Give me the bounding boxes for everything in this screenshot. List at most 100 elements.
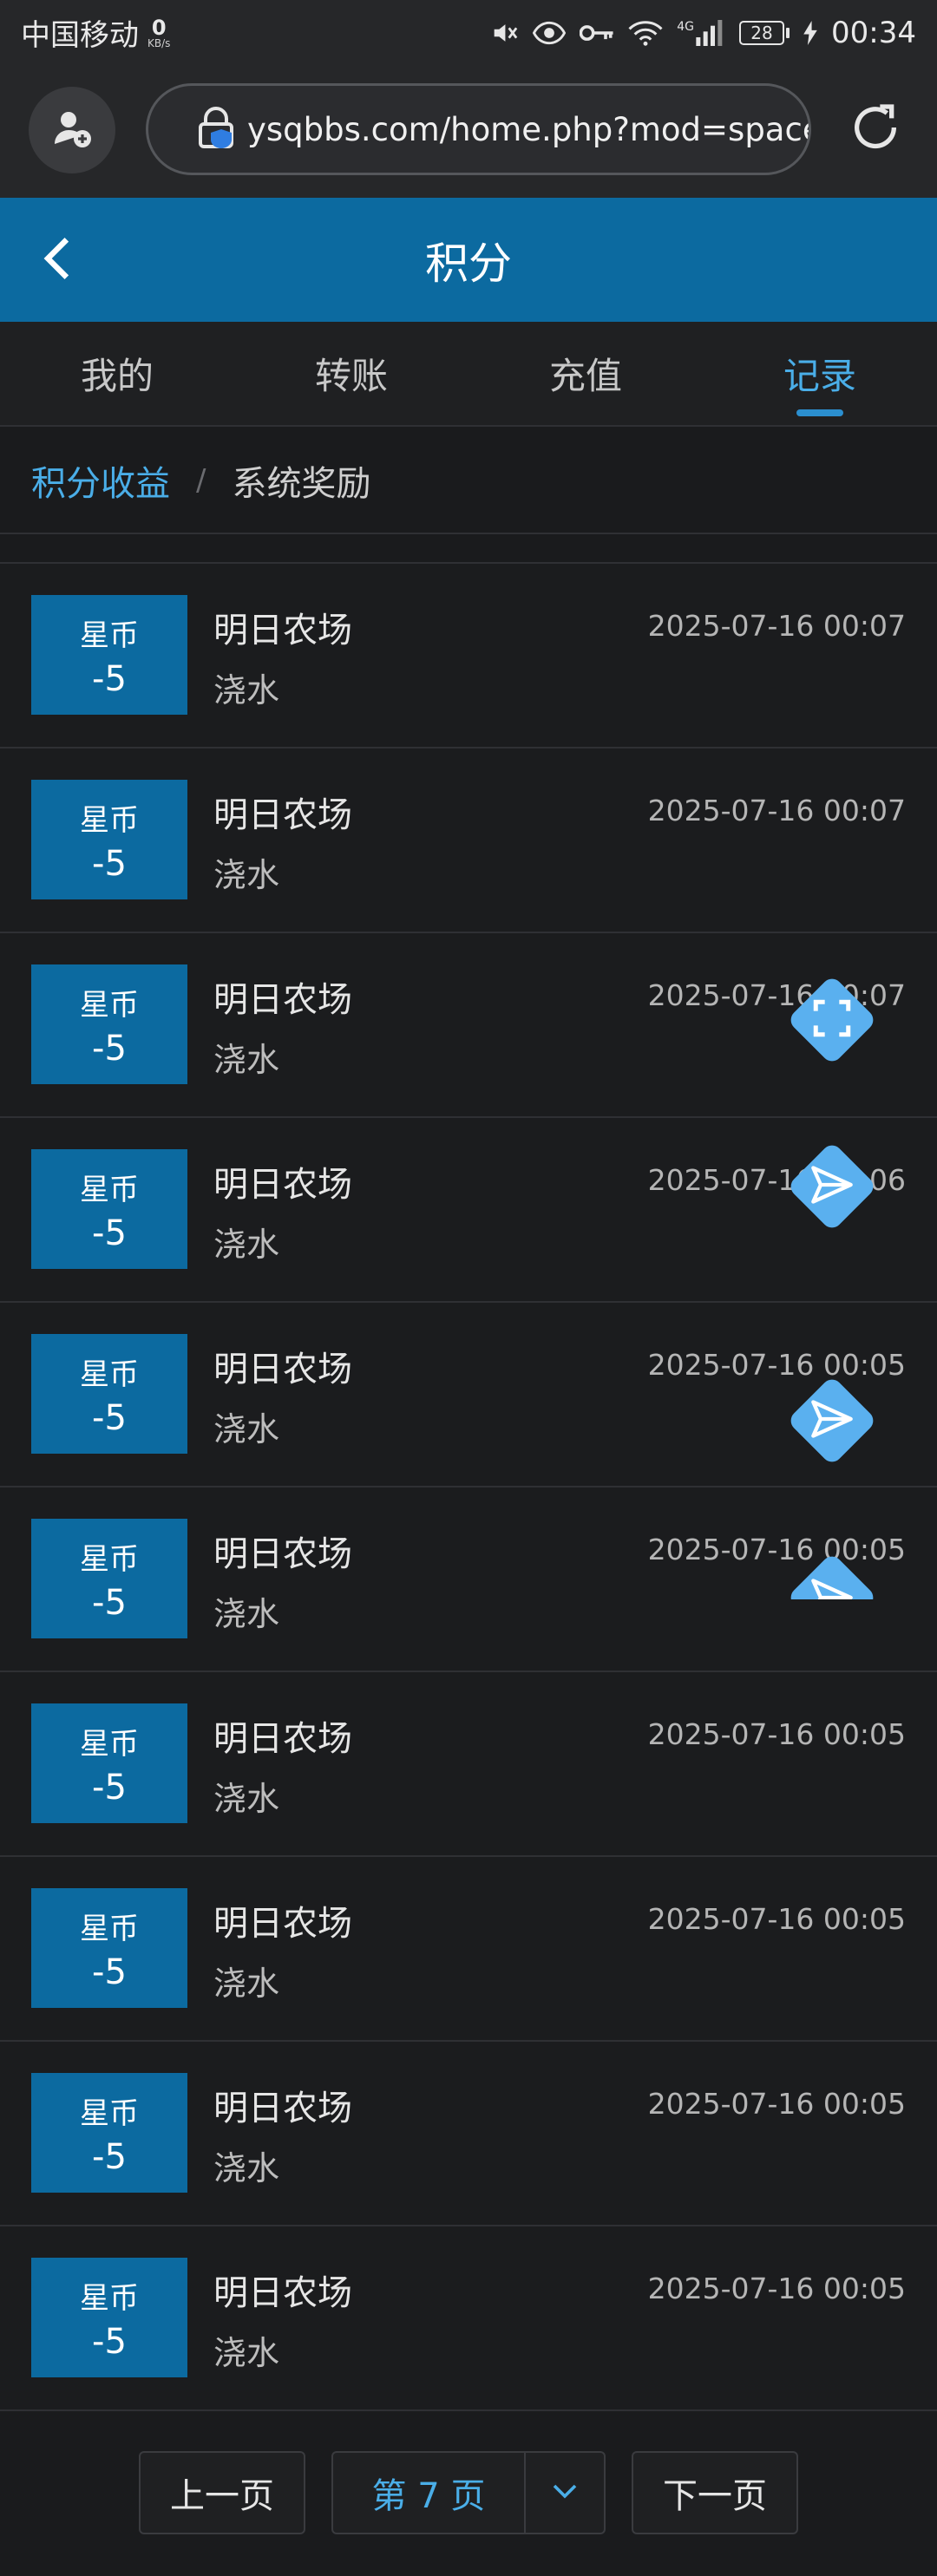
- amount-badge: 星币 -5: [31, 1703, 187, 1823]
- amount-badge: 星币 -5: [31, 1149, 187, 1269]
- amount-badge: 星币 -5: [31, 2073, 187, 2193]
- record-time: 2025-07-16 00:05: [647, 2272, 906, 2305]
- record-title: 明日农场: [213, 1350, 352, 1389]
- currency-unit: 星币: [80, 618, 139, 653]
- send-icon: [809, 1575, 855, 1599]
- list-item: 星币 -5 明日农场 浇水 2025-07-16 00:05: [0, 2042, 937, 2226]
- secure-lock-icon: [197, 107, 235, 152]
- eye-icon: [533, 20, 567, 46]
- wifi-icon: [628, 19, 663, 47]
- list-item: 星币 -5 明日农场 浇水 2025-07-16 00:05: [0, 1857, 937, 2042]
- key-icon: [580, 22, 614, 44]
- browser-toolbar: ysqbbs.com/home.php?mod=spacecp: [0, 65, 937, 198]
- battery-tip: [786, 27, 790, 38]
- amount-value: -5: [92, 1952, 127, 1992]
- currency-unit: 星币: [80, 1541, 139, 1577]
- amount-badge: 星币 -5: [31, 2258, 187, 2377]
- list-item: 星币 -5 明日农场 浇水 2025-07-16 00:05: [0, 1672, 937, 1857]
- chevron-left-icon: [40, 236, 75, 284]
- currency-unit: 星币: [80, 1357, 139, 1392]
- list-item: 星币 -5 明日农场 浇水 2025-07-16 00:07: [0, 749, 937, 933]
- breadcrumb-separator: /: [196, 463, 206, 498]
- current-page-label: 第 7 页: [371, 2476, 486, 2516]
- tab-recharge[interactable]: 充值: [468, 322, 703, 425]
- currency-unit: 星币: [80, 1726, 139, 1762]
- amount-badge: 星币 -5: [31, 964, 187, 1084]
- record-title: 明日农场: [213, 795, 352, 835]
- record-title: 明日农场: [213, 2273, 352, 2313]
- page-title: 积分: [425, 238, 512, 289]
- record-time: 2025-07-16 00:05: [647, 1717, 906, 1751]
- list-item: 星币 -5 明日农场 浇水 2025-07-16 00:07: [0, 564, 937, 749]
- fullscreen-icon: [810, 997, 854, 1043]
- record-desc: 浇水: [213, 1041, 280, 1079]
- status-right: 4G 28 00:34: [489, 16, 916, 50]
- tab-records[interactable]: 记录: [703, 322, 937, 425]
- amount-value: -5: [92, 2136, 127, 2177]
- app-header: 积分: [0, 198, 937, 322]
- amount-badge: 星币 -5: [31, 1334, 187, 1454]
- send-button[interactable]: [786, 1141, 878, 1232]
- record-desc: 浇水: [213, 1965, 280, 2003]
- record-title: 明日农场: [213, 1534, 352, 1574]
- amount-value: -5: [92, 1582, 127, 1623]
- profile-button[interactable]: [29, 87, 115, 173]
- breadcrumb-system-reward: 系统奖励: [232, 464, 371, 504]
- address-bar[interactable]: ysqbbs.com/home.php?mod=spacecp: [146, 83, 811, 175]
- mute-icon: [489, 18, 519, 48]
- reload-button[interactable]: [844, 98, 907, 160]
- send-icon: [809, 1396, 855, 1445]
- record-title: 明日农场: [213, 1165, 352, 1205]
- record-desc: 浇水: [213, 856, 280, 894]
- pagination: 上一页 第 7 页 下一页: [0, 2415, 937, 2576]
- prev-page-button[interactable]: 上一页: [139, 2451, 305, 2534]
- record-time: 2025-07-16 00:05: [647, 2087, 906, 2121]
- breadcrumb: 积分收益 / 系统奖励: [0, 428, 937, 534]
- list-item: 星币 -5 明日农场 浇水 2025-07-16 00:05: [0, 2226, 937, 2411]
- page-dropdown-toggle[interactable]: [524, 2453, 604, 2533]
- net-speed: 0 KB/s: [147, 17, 170, 49]
- cell-signal-icon: 4G: [677, 19, 725, 46]
- record-time: 2025-07-16 00:07: [647, 794, 906, 827]
- amount-badge: 星币 -5: [31, 780, 187, 899]
- amount-value: -5: [92, 1397, 127, 1438]
- tab-transfer[interactable]: 转账: [234, 322, 468, 425]
- reload-icon: [848, 100, 903, 159]
- record-desc: 浇水: [213, 1780, 280, 1818]
- battery-level: 28: [739, 20, 785, 45]
- record-desc: 浇水: [213, 671, 280, 709]
- user-add-icon: [51, 108, 93, 153]
- send-button-2[interactable]: [786, 1375, 878, 1467]
- list-top-divider: [0, 534, 937, 564]
- currency-unit: 星币: [80, 2095, 139, 2131]
- currency-unit: 星币: [80, 1172, 139, 1207]
- clock: 00:34: [831, 15, 916, 50]
- send-button-3[interactable]: [787, 1553, 877, 1599]
- amount-value: -5: [92, 1028, 127, 1069]
- record-title: 明日农场: [213, 2089, 352, 2128]
- back-button[interactable]: [31, 234, 83, 286]
- currency-unit: 星币: [80, 802, 139, 838]
- send-icon: [809, 1162, 855, 1211]
- record-desc: 浇水: [213, 2149, 280, 2187]
- battery-indicator: 28: [739, 20, 790, 45]
- record-desc: 浇水: [213, 1410, 280, 1448]
- record-title: 明日农场: [213, 611, 352, 651]
- url-text: ysqbbs.com/home.php?mod=spacecp: [247, 110, 811, 148]
- amount-value: -5: [92, 2321, 127, 2362]
- amount-value: -5: [92, 1767, 127, 1808]
- record-time: 2025-07-16 00:07: [647, 609, 906, 643]
- record-desc: 浇水: [213, 2334, 280, 2372]
- page-select[interactable]: 第 7 页: [331, 2451, 606, 2534]
- amount-badge: 星币 -5: [31, 595, 187, 715]
- currency-unit: 星币: [80, 2280, 139, 2316]
- charging-icon: [803, 20, 817, 45]
- fullscreen-button[interactable]: [786, 974, 878, 1066]
- amount-value: -5: [92, 843, 127, 884]
- next-page-button[interactable]: 下一页: [632, 2451, 798, 2534]
- breadcrumb-points-income[interactable]: 积分收益: [31, 455, 170, 506]
- currency-unit: 星币: [80, 1911, 139, 1946]
- amount-value: -5: [92, 658, 127, 699]
- record-title: 明日农场: [213, 980, 352, 1020]
- tab-mine[interactable]: 我的: [0, 322, 234, 425]
